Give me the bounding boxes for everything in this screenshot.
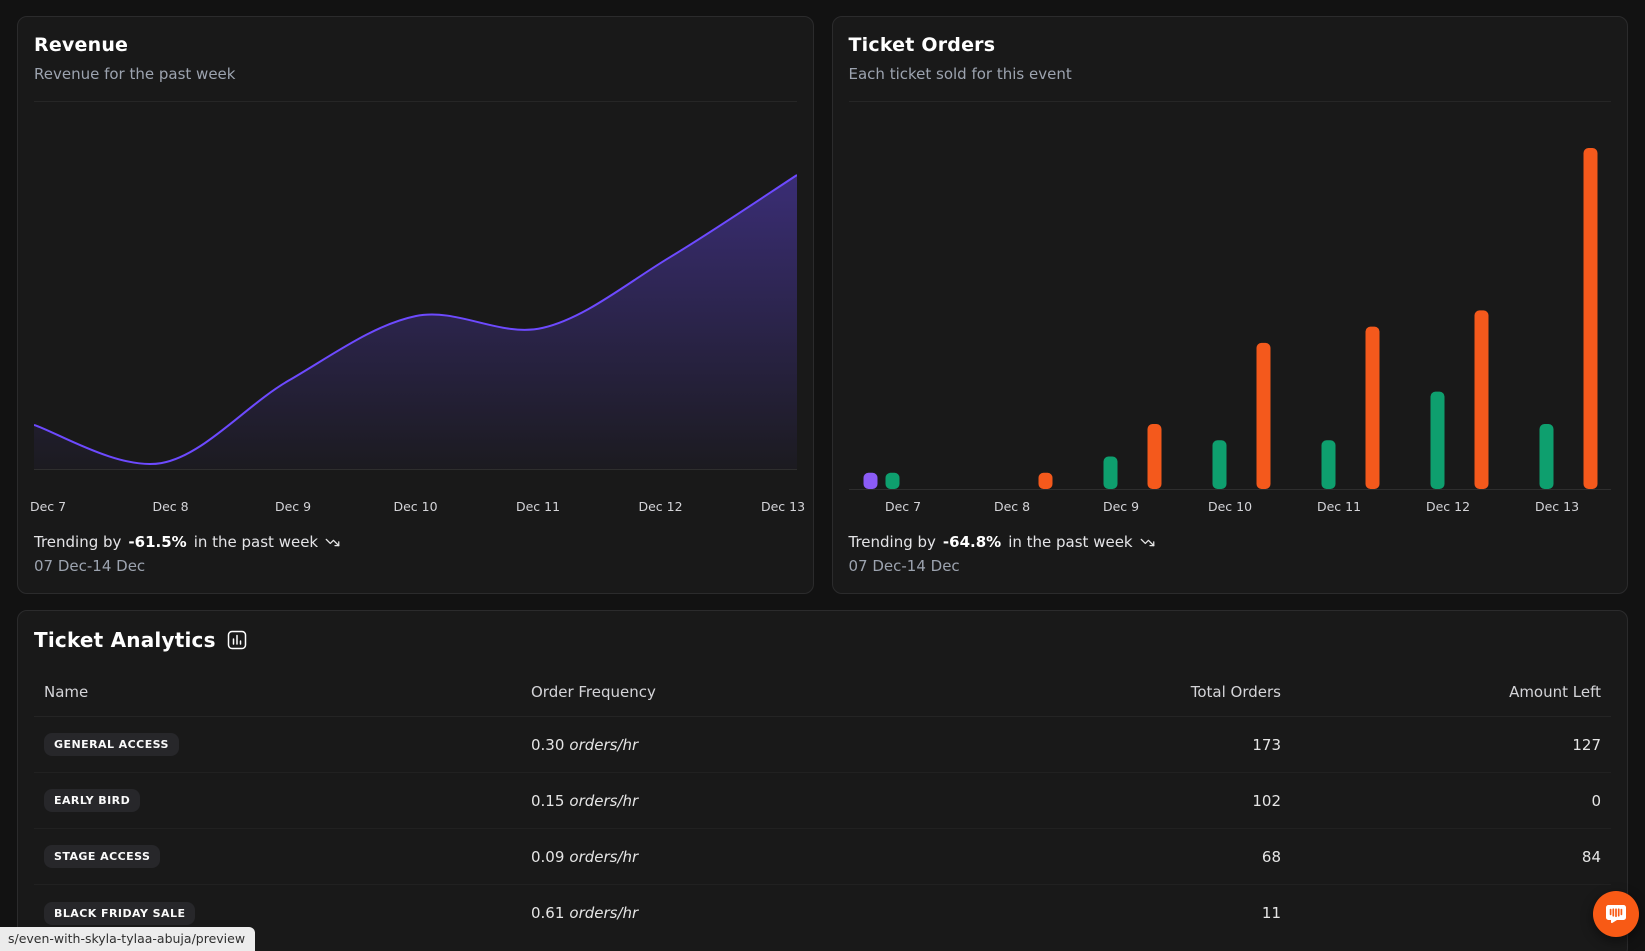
x-axis-label: Dec 7 bbox=[30, 500, 66, 514]
ticket-orders-card: Ticket Orders Each ticket sold for this … bbox=[832, 16, 1629, 594]
order-frequency-value: 0.09 bbox=[531, 848, 564, 866]
table-row: BLACK FRIDAY SALE 0.61 orders/hr 11 bbox=[34, 885, 1611, 941]
ticket-analytics-header: Ticket Analytics bbox=[34, 627, 1611, 653]
trend-suffix: in the past week bbox=[194, 531, 318, 553]
total-orders-value: 173 bbox=[981, 736, 1281, 754]
ticket-analytics-title: Ticket Analytics bbox=[34, 627, 216, 653]
x-axis-label: Dec 7 bbox=[885, 500, 921, 514]
table-row: GENERAL ACCESS 0.30 orders/hr 173 127 bbox=[34, 717, 1611, 773]
ticket-orders-bar-chart bbox=[849, 101, 1612, 490]
table-header: Name Order Frequency Total Orders Amount… bbox=[34, 667, 1611, 717]
dashboard-page: Revenue Revenue for the past week Dec 7 … bbox=[0, 0, 1645, 951]
x-axis-label: Dec 13 bbox=[1535, 500, 1579, 514]
charts-row: Revenue Revenue for the past week Dec 7 … bbox=[17, 16, 1628, 594]
revenue-card-subtitle: Revenue for the past week bbox=[34, 63, 797, 85]
bar-chart-icon bbox=[227, 630, 247, 650]
trend-suffix: in the past week bbox=[1008, 531, 1132, 553]
ticket-name-badge: BLACK FRIDAY SALE bbox=[44, 902, 195, 925]
x-axis-label: Dec 13 bbox=[761, 500, 805, 514]
column-header-amount-left: Amount Left bbox=[1281, 683, 1601, 701]
order-frequency-unit: orders/hr bbox=[569, 904, 638, 922]
revenue-date-range: 07 Dec-14 Dec bbox=[34, 555, 797, 577]
column-header-total-orders: Total Orders bbox=[981, 683, 1281, 701]
ticket-name-badge: EARLY BIRD bbox=[44, 789, 140, 812]
revenue-x-axis: Dec 7 Dec 8 Dec 9 Dec 10 Dec 11 Dec 12 D… bbox=[34, 500, 797, 514]
x-axis-label: Dec 12 bbox=[638, 500, 682, 514]
x-axis-label: Dec 10 bbox=[393, 500, 437, 514]
x-axis-label: Dec 9 bbox=[1103, 500, 1139, 514]
trending-down-icon bbox=[325, 535, 340, 550]
trending-down-icon bbox=[1140, 535, 1155, 550]
amount-left-value: 84 bbox=[1281, 848, 1601, 866]
total-orders-value: 102 bbox=[981, 792, 1281, 810]
total-orders-value: 11 bbox=[981, 904, 1281, 922]
ticket-name-badge: STAGE ACCESS bbox=[44, 845, 160, 868]
trend-prefix: Trending by bbox=[849, 531, 936, 553]
x-axis-label: Dec 10 bbox=[1208, 500, 1252, 514]
x-axis-label: Dec 8 bbox=[152, 500, 188, 514]
ticket-orders-x-axis: Dec 7 Dec 8 Dec 9 Dec 10 Dec 11 Dec 12 D… bbox=[849, 500, 1612, 514]
ticket-analytics-card: Ticket Analytics Name Order Frequency To… bbox=[17, 610, 1628, 951]
amount-left-value: 127 bbox=[1281, 736, 1601, 754]
x-axis-label: Dec 9 bbox=[275, 500, 311, 514]
trend-value: -64.8% bbox=[943, 531, 1001, 553]
x-axis-label: Dec 8 bbox=[994, 500, 1030, 514]
trend-prefix: Trending by bbox=[34, 531, 121, 553]
order-frequency-unit: orders/hr bbox=[569, 848, 638, 866]
ticket-orders-date-range: 07 Dec-14 Dec bbox=[849, 555, 1612, 577]
ticket-orders-card-title: Ticket Orders bbox=[849, 33, 1612, 57]
order-frequency-value: 0.61 bbox=[531, 904, 564, 922]
ticket-name-badge: GENERAL ACCESS bbox=[44, 733, 179, 756]
link-preview-status-bar: s/even-with-skyla-tylaa-abuja/preview bbox=[0, 927, 255, 951]
column-header-order-frequency: Order Frequency bbox=[531, 683, 981, 701]
x-axis-label: Dec 12 bbox=[1426, 500, 1470, 514]
chat-launcher-button[interactable] bbox=[1593, 891, 1639, 937]
x-axis-label: Dec 11 bbox=[1317, 500, 1361, 514]
order-frequency-value: 0.15 bbox=[531, 792, 564, 810]
order-frequency-unit: orders/hr bbox=[569, 792, 638, 810]
intercom-messenger-icon bbox=[1604, 902, 1628, 926]
column-header-name: Name bbox=[44, 683, 531, 701]
order-frequency-unit: orders/hr bbox=[569, 736, 638, 754]
ticket-orders-card-subtitle: Each ticket sold for this event bbox=[849, 63, 1612, 85]
trend-value: -61.5% bbox=[128, 531, 186, 553]
total-orders-value: 68 bbox=[981, 848, 1281, 866]
revenue-card-title: Revenue bbox=[34, 33, 797, 57]
table-row: STAGE ACCESS 0.09 orders/hr 68 84 bbox=[34, 829, 1611, 885]
revenue-card: Revenue Revenue for the past week Dec 7 … bbox=[17, 16, 814, 594]
revenue-area-chart bbox=[34, 101, 797, 470]
revenue-trend-text: Trending by -61.5% in the past week bbox=[34, 531, 797, 553]
x-axis-label: Dec 11 bbox=[516, 500, 560, 514]
ticket-orders-trend-text: Trending by -64.8% in the past week bbox=[849, 531, 1612, 553]
amount-left-value: 0 bbox=[1281, 792, 1601, 810]
table-row: EARLY BIRD 0.15 orders/hr 102 0 bbox=[34, 773, 1611, 829]
order-frequency-value: 0.30 bbox=[531, 736, 564, 754]
